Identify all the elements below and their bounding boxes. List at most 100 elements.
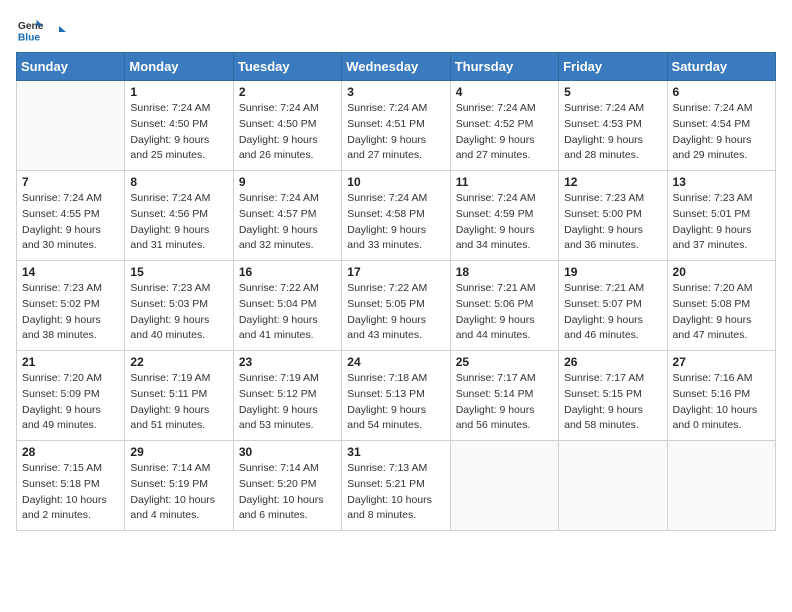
weekday-header-friday: Friday — [559, 53, 667, 81]
calendar-cell: 7 Sunrise: 7:24 AMSunset: 4:55 PMDaylight… — [17, 171, 125, 261]
calendar-cell: 6 Sunrise: 7:24 AMSunset: 4:54 PMDaylight… — [667, 81, 775, 171]
day-info: Sunrise: 7:23 AMSunset: 5:03 PMDaylight:… — [130, 281, 227, 344]
calendar-cell: 8 Sunrise: 7:24 AMSunset: 4:56 PMDaylight… — [125, 171, 233, 261]
day-info: Sunrise: 7:24 AMSunset: 4:51 PMDaylight:… — [347, 101, 444, 164]
calendar-cell: 4 Sunrise: 7:24 AMSunset: 4:52 PMDaylight… — [450, 81, 558, 171]
calendar-cell — [450, 441, 558, 531]
calendar-cell: 29 Sunrise: 7:14 AMSunset: 5:19 PMDayligh… — [125, 441, 233, 531]
day-info: Sunrise: 7:21 AMSunset: 5:06 PMDaylight:… — [456, 281, 553, 344]
calendar-cell: 31 Sunrise: 7:13 AMSunset: 5:21 PMDayligh… — [342, 441, 450, 531]
weekday-header-monday: Monday — [125, 53, 233, 81]
day-number: 19 — [564, 265, 661, 279]
calendar-cell: 27Sunrise: 7:16 AMSunset: 5:16 PMDayligh… — [667, 351, 775, 441]
weekday-header-wednesday: Wednesday — [342, 53, 450, 81]
calendar-cell: 15 Sunrise: 7:23 AMSunset: 5:03 PMDayligh… — [125, 261, 233, 351]
day-number: 20 — [673, 265, 770, 279]
day-info: Sunrise: 7:17 AMSunset: 5:15 PMDaylight:… — [564, 371, 661, 434]
day-number: 2 — [239, 85, 336, 99]
day-number: 17 — [347, 265, 444, 279]
day-info: Sunrise: 7:24 AMSunset: 4:53 PMDaylight:… — [564, 101, 661, 164]
calendar-cell: 22 Sunrise: 7:19 AMSunset: 5:11 PMDayligh… — [125, 351, 233, 441]
day-number: 4 — [456, 85, 553, 99]
day-info: Sunrise: 7:24 AMSunset: 4:55 PMDaylight:… — [22, 191, 119, 254]
day-info: Sunrise: 7:22 AMSunset: 5:04 PMDaylight:… — [239, 281, 336, 344]
day-number: 7 — [22, 175, 119, 189]
calendar-cell: 19 Sunrise: 7:21 AMSunset: 5:07 PMDayligh… — [559, 261, 667, 351]
day-info: Sunrise: 7:24 AMSunset: 4:50 PMDaylight:… — [239, 101, 336, 164]
page-header: General Blue — [16, 16, 776, 44]
day-number: 6 — [673, 85, 770, 99]
calendar-cell: 28 Sunrise: 7:15 AMSunset: 5:18 PMDayligh… — [17, 441, 125, 531]
day-info: Sunrise: 7:24 AMSunset: 4:56 PMDaylight:… — [130, 191, 227, 254]
day-info: Sunrise: 7:24 AMSunset: 4:59 PMDaylight:… — [456, 191, 553, 254]
day-info: Sunrise: 7:22 AMSunset: 5:05 PMDaylight:… — [347, 281, 444, 344]
calendar-cell: 10Sunrise: 7:24 AMSunset: 4:58 PMDayligh… — [342, 171, 450, 261]
calendar-cell: 9Sunrise: 7:24 AMSunset: 4:57 PMDaylight… — [233, 171, 341, 261]
day-info: Sunrise: 7:24 AMSunset: 4:57 PMDaylight:… — [239, 191, 336, 254]
calendar-cell — [17, 81, 125, 171]
calendar-cell: 13Sunrise: 7:23 AMSunset: 5:01 PMDayligh… — [667, 171, 775, 261]
logo-icon: General Blue — [16, 16, 44, 44]
day-info: Sunrise: 7:24 AMSunset: 4:52 PMDaylight:… — [456, 101, 553, 164]
calendar-cell: 30 Sunrise: 7:14 AMSunset: 5:20 PMDayligh… — [233, 441, 341, 531]
day-info: Sunrise: 7:13 AMSunset: 5:21 PMDaylight:… — [347, 461, 444, 524]
calendar-cell: 21 Sunrise: 7:20 AMSunset: 5:09 PMDayligh… — [17, 351, 125, 441]
weekday-header-thursday: Thursday — [450, 53, 558, 81]
weekday-header-row: SundayMondayTuesdayWednesdayThursdayFrid… — [17, 53, 776, 81]
day-number: 18 — [456, 265, 553, 279]
day-info: Sunrise: 7:20 AMSunset: 5:09 PMDaylight:… — [22, 371, 119, 434]
day-info: Sunrise: 7:18 AMSunset: 5:13 PMDaylight:… — [347, 371, 444, 434]
calendar-cell — [667, 441, 775, 531]
svg-text:General: General — [18, 21, 44, 32]
day-info: Sunrise: 7:23 AMSunset: 5:02 PMDaylight:… — [22, 281, 119, 344]
calendar-cell: 25Sunrise: 7:17 AMSunset: 5:14 PMDayligh… — [450, 351, 558, 441]
svg-text:Blue: Blue — [18, 32, 41, 43]
day-info: Sunrise: 7:14 AMSunset: 5:20 PMDaylight:… — [239, 461, 336, 524]
day-number: 26 — [564, 355, 661, 369]
calendar-cell: 12 Sunrise: 7:23 AMSunset: 5:00 PMDayligh… — [559, 171, 667, 261]
day-info: Sunrise: 7:14 AMSunset: 5:19 PMDaylight:… — [130, 461, 227, 524]
day-number: 23 — [239, 355, 336, 369]
calendar-table: SundayMondayTuesdayWednesdayThursdayFrid… — [16, 52, 776, 531]
day-number: 31 — [347, 445, 444, 459]
day-number: 21 — [22, 355, 119, 369]
day-number: 8 — [130, 175, 227, 189]
week-row-5: 28 Sunrise: 7:15 AMSunset: 5:18 PMDayligh… — [17, 441, 776, 531]
day-number: 29 — [130, 445, 227, 459]
day-number: 15 — [130, 265, 227, 279]
weekday-header-saturday: Saturday — [667, 53, 775, 81]
day-info: Sunrise: 7:16 AMSunset: 5:16 PMDaylight:… — [673, 371, 770, 434]
calendar-cell — [559, 441, 667, 531]
day-number: 5 — [564, 85, 661, 99]
day-info: Sunrise: 7:19 AMSunset: 5:11 PMDaylight:… — [130, 371, 227, 434]
calendar-cell: 11 Sunrise: 7:24 AMSunset: 4:59 PMDayligh… — [450, 171, 558, 261]
day-number: 24 — [347, 355, 444, 369]
week-row-1: 1 Sunrise: 7:24 AMSunset: 4:50 PMDaylight… — [17, 81, 776, 171]
day-info: Sunrise: 7:20 AMSunset: 5:08 PMDaylight:… — [673, 281, 770, 344]
calendar-cell: 1Sunrise: 7:24 AMSunset: 4:50 PMDaylight… — [125, 81, 233, 171]
day-number: 3 — [347, 85, 444, 99]
day-info: Sunrise: 7:24 AMSunset: 4:54 PMDaylight:… — [673, 101, 770, 164]
day-info: Sunrise: 7:15 AMSunset: 5:18 PMDaylight:… — [22, 461, 119, 524]
day-number: 14 — [22, 265, 119, 279]
day-info: Sunrise: 7:17 AMSunset: 5:14 PMDaylight:… — [456, 371, 553, 434]
week-row-4: 21 Sunrise: 7:20 AMSunset: 5:09 PMDayligh… — [17, 351, 776, 441]
calendar-cell: 16 Sunrise: 7:22 AMSunset: 5:04 PMDayligh… — [233, 261, 341, 351]
calendar-cell: 3 Sunrise: 7:24 AMSunset: 4:51 PMDaylight… — [342, 81, 450, 171]
calendar-cell: 26 Sunrise: 7:17 AMSunset: 5:15 PMDayligh… — [559, 351, 667, 441]
calendar-cell: 18 Sunrise: 7:21 AMSunset: 5:06 PMDayligh… — [450, 261, 558, 351]
day-number: 22 — [130, 355, 227, 369]
logo-arrow-icon — [50, 23, 68, 41]
calendar-cell: 5 Sunrise: 7:24 AMSunset: 4:53 PMDaylight… — [559, 81, 667, 171]
day-number: 12 — [564, 175, 661, 189]
day-number: 30 — [239, 445, 336, 459]
calendar-cell: 24 Sunrise: 7:18 AMSunset: 5:13 PMDayligh… — [342, 351, 450, 441]
weekday-header-sunday: Sunday — [17, 53, 125, 81]
day-number: 1 — [130, 85, 227, 99]
day-info: Sunrise: 7:23 AMSunset: 5:00 PMDaylight:… — [564, 191, 661, 254]
day-number: 28 — [22, 445, 119, 459]
calendar-cell: 23Sunrise: 7:19 AMSunset: 5:12 PMDayligh… — [233, 351, 341, 441]
day-number: 16 — [239, 265, 336, 279]
day-number: 11 — [456, 175, 553, 189]
day-info: Sunrise: 7:21 AMSunset: 5:07 PMDaylight:… — [564, 281, 661, 344]
